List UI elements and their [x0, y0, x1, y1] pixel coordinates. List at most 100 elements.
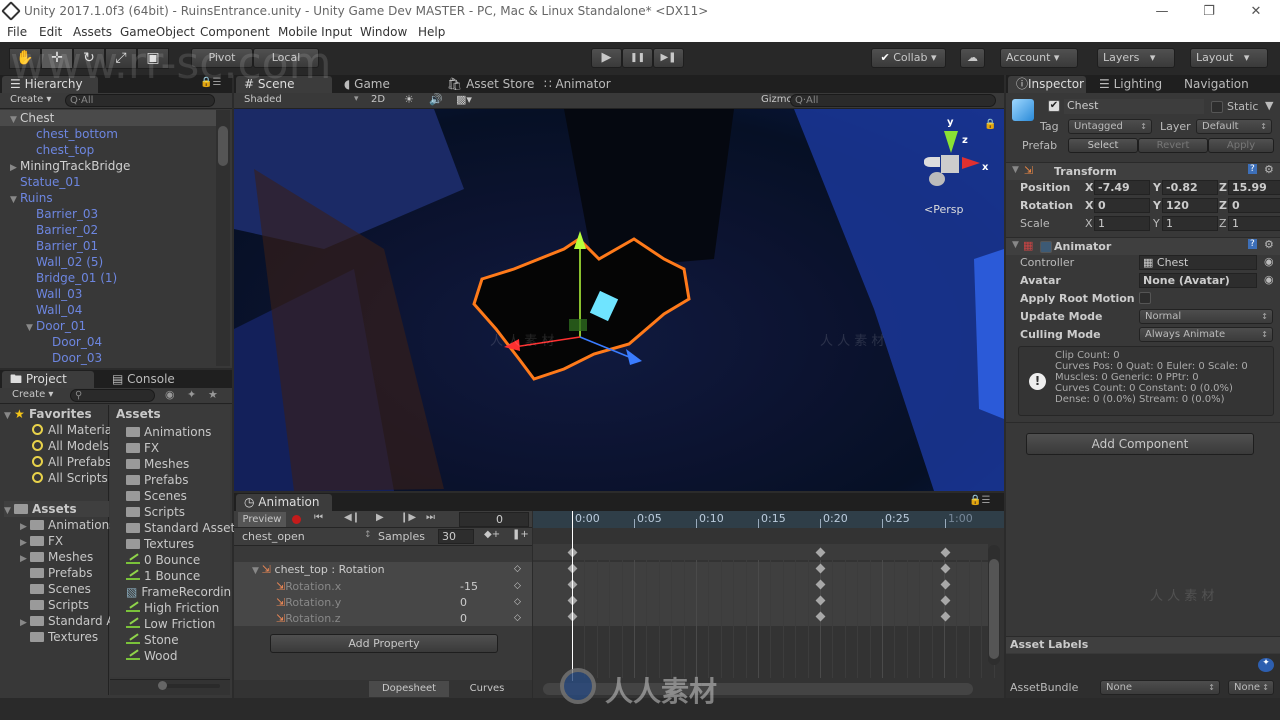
hierarchy-search-input[interactable]: Q·All [65, 94, 215, 107]
property-group-row[interactable]: ▼ ⇲ chest_top : Rotation [252, 563, 385, 576]
axis-label-y[interactable]: Y [1153, 199, 1161, 212]
scene-orientation-gizmo[interactable]: y z x [914, 117, 994, 207]
tab-console[interactable]: ▤ Console [104, 371, 194, 388]
asset-item[interactable]: 0 Bounce [126, 552, 200, 568]
tab-game[interactable]: ◖ Game [336, 76, 398, 93]
menu-mobile-input[interactable]: Mobile Input [278, 25, 352, 39]
add-event-icon[interactable]: ❚+ [512, 529, 529, 540]
axis-label-z[interactable]: Z [1219, 181, 1227, 194]
add-property-button[interactable]: Add Property [270, 634, 498, 653]
add-component-button[interactable]: Add Component [1026, 433, 1254, 455]
lock-icon[interactable]: 🔒 [984, 119, 996, 130]
hierarchy-item[interactable]: ▼ Chest [0, 110, 216, 126]
scene-search-input[interactable]: Q·All [790, 94, 996, 107]
account-dropdown[interactable]: Account ▾ [1000, 48, 1078, 68]
avatar-field[interactable]: None (Avatar) [1139, 273, 1257, 288]
keyframe[interactable] [815, 595, 826, 606]
transform-position-z-field[interactable]: 15.99 [1228, 180, 1280, 195]
asset-item[interactable]: 1 Bounce [126, 568, 200, 584]
keyframe[interactable] [815, 611, 826, 622]
hierarchy-item[interactable]: ▼ Door_01 [0, 318, 216, 334]
filter-label-icon[interactable]: ✦ [187, 388, 196, 401]
keyframe[interactable] [940, 595, 951, 606]
axis-label-z[interactable]: Z [1219, 217, 1227, 230]
assetbundle-dropdown[interactable]: None [1100, 680, 1220, 695]
axis-label-x[interactable]: X [1085, 217, 1093, 230]
step-button[interactable]: ▶❚ [653, 48, 684, 68]
key-toggle-icon[interactable]: ◇ [514, 564, 521, 574]
tag-dropdown[interactable]: Untagged [1068, 119, 1152, 134]
favorites-header[interactable]: ▼ ★ Favorites [4, 406, 92, 422]
prefab-revert-button[interactable]: Revert [1138, 138, 1208, 153]
key-toggle-icon[interactable]: ◇ [514, 581, 521, 591]
asset-item[interactable]: Wood [126, 648, 177, 664]
axis-label-y[interactable]: Y [1153, 181, 1161, 194]
root-motion-checkbox[interactable] [1139, 292, 1151, 304]
tab-animation[interactable]: ◷ Animation [236, 494, 332, 511]
icon-size-slider[interactable] [160, 684, 220, 688]
keyframe[interactable] [940, 547, 951, 558]
create-dropdown[interactable]: Create ▾ [10, 94, 51, 105]
gear-icon[interactable]: ⚙ [1264, 163, 1274, 176]
minimize-button[interactable]: — [1152, 2, 1172, 22]
layer-dropdown[interactable]: Default [1196, 119, 1272, 134]
favorite-item[interactable]: All Materia [32, 422, 112, 438]
help-icon[interactable]: ? [1248, 239, 1257, 249]
curves-tab[interactable]: Curves [452, 681, 522, 697]
panel-menu-icon[interactable]: 🔒☰ [200, 77, 221, 88]
clip-dropdown[interactable]: chest_open [242, 530, 305, 543]
hierarchy-item[interactable]: Wall_04 [0, 302, 216, 318]
menu-help[interactable]: Help [418, 25, 445, 39]
active-checkbox[interactable]: ✔ [1048, 100, 1060, 112]
2d-toggle[interactable]: 2D [371, 94, 385, 105]
update-mode-dropdown[interactable]: Normal [1139, 309, 1273, 324]
asset-item[interactable]: Animations [126, 424, 211, 440]
transform-header[interactable]: ▼ ⇲ Transform ? ⚙ [1006, 162, 1280, 180]
assetbundle-variant-dropdown[interactable]: None [1228, 680, 1274, 695]
axis-label-x[interactable]: X [1085, 199, 1093, 212]
favorite-item[interactable]: All Models [32, 438, 109, 454]
local-toggle[interactable]: Local [253, 48, 319, 68]
hierarchy-item[interactable]: Barrier_03 [0, 206, 216, 222]
restore-button[interactable]: ❐ [1199, 2, 1219, 22]
slider-handle[interactable] [158, 681, 167, 690]
transform-position-y-field[interactable]: -0.82 [1162, 180, 1218, 195]
panel-menu-icon[interactable]: 🔒☰ [969, 495, 990, 506]
name-field[interactable]: Chest [1064, 99, 1204, 114]
axis-label-x[interactable]: X [1085, 181, 1093, 194]
hierarchy-item[interactable]: Barrier_02 [0, 222, 216, 238]
scroll-thumb[interactable] [218, 126, 228, 166]
hierarchy-item[interactable]: Wall_03 [0, 286, 216, 302]
prefab-apply-button[interactable]: Apply [1208, 138, 1274, 153]
add-keyframe-icon[interactable]: ◆+ [484, 529, 500, 540]
keyframe[interactable] [940, 611, 951, 622]
gear-icon[interactable]: ⚙ [1264, 238, 1274, 251]
object-picker-icon[interactable]: ◉ [1264, 273, 1274, 286]
controller-field[interactable]: ▦ Chest [1139, 255, 1257, 270]
key-toggle-icon[interactable]: ◇ [514, 613, 521, 623]
audio-toggle-icon[interactable]: 🔊 [429, 93, 443, 106]
lighting-toggle-icon[interactable]: ☀ [404, 93, 414, 106]
animator-enabled-checkbox[interactable] [1040, 241, 1052, 253]
transform-scale-y-field[interactable]: 1 [1162, 216, 1218, 231]
menu-file[interactable]: File [7, 25, 27, 39]
property-value[interactable]: -15 [460, 580, 478, 593]
asset-item[interactable]: FX [126, 440, 159, 456]
dopesheet-tab[interactable]: Dopesheet [369, 681, 449, 697]
prefab-select-button[interactable]: Select [1068, 138, 1138, 153]
rotate-tool-icon[interactable]: ↻ [73, 48, 105, 69]
project-tree-item[interactable]: ▶ Standard A [20, 613, 115, 629]
expand-arrow-icon[interactable]: ▼ [4, 503, 14, 519]
frame-field[interactable]: 0 [459, 512, 529, 527]
tab-inspector[interactable]: ⓘInspector [1008, 76, 1086, 93]
project-tree-item[interactable]: ▶ FX [20, 533, 63, 549]
gizmo-y-cone[interactable] [944, 131, 958, 153]
menu-assets[interactable]: Assets [73, 25, 112, 39]
gizmo-center-cube[interactable] [941, 155, 959, 173]
project-tree-item[interactable]: ▶ Meshes [20, 549, 93, 565]
favorite-star-icon[interactable]: ★ [208, 388, 218, 401]
keyframe[interactable] [815, 563, 826, 574]
menu-component[interactable]: Component [200, 25, 270, 39]
project-tree-item[interactable]: Prefabs [20, 565, 93, 581]
z-arrow-icon[interactable] [626, 349, 642, 365]
